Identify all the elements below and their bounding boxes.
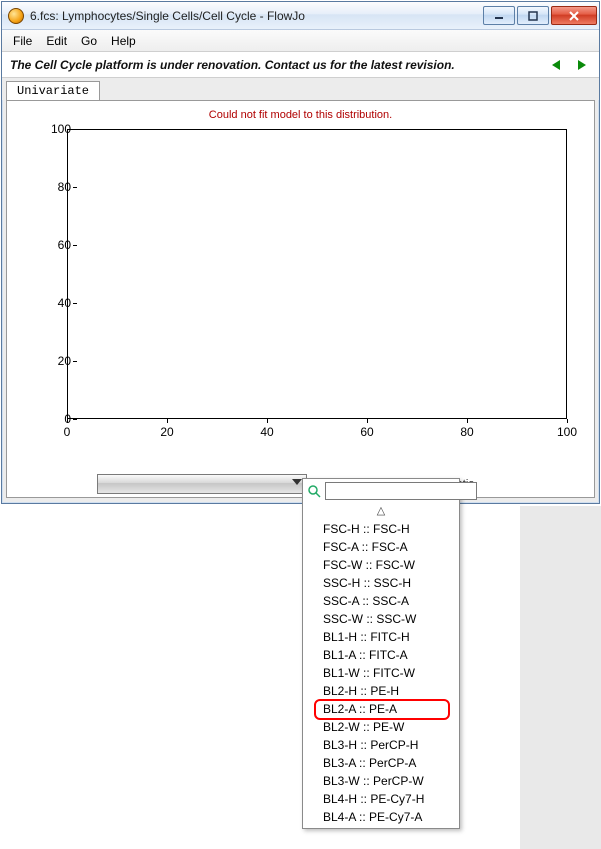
x-tick-label: 80 xyxy=(452,425,482,439)
menu-file[interactable]: File xyxy=(6,32,39,50)
parameter-option[interactable]: SSC-W :: SSC-W xyxy=(305,610,457,628)
popup-sort-toggle[interactable]: △ xyxy=(303,503,459,520)
parameter-popup: △ FSC-H :: FSC-HFSC-A :: FSC-AFSC-W :: F… xyxy=(302,478,460,829)
y-tick-label: 100 xyxy=(43,122,71,136)
fit-error-text: Could not fit model to this distribution… xyxy=(7,109,594,121)
y-tick-label: 40 xyxy=(43,296,71,310)
plot-box xyxy=(67,129,567,419)
x-tick-label: 60 xyxy=(352,425,382,439)
x-tick-label: 0 xyxy=(52,425,82,439)
menu-bar: File Edit Go Help xyxy=(2,30,599,52)
chevron-down-icon xyxy=(292,479,302,485)
parameter-option[interactable]: BL1-W :: FITC-W xyxy=(305,664,457,682)
parameter-option[interactable]: BL3-H :: PerCP-H xyxy=(305,736,457,754)
minimize-button[interactable] xyxy=(483,6,515,25)
parameter-option[interactable]: FSC-A :: FSC-A xyxy=(305,538,457,556)
app-icon xyxy=(8,8,24,24)
parameter-option[interactable]: SSC-H :: SSC-H xyxy=(305,574,457,592)
parameter-dropdown[interactable] xyxy=(97,474,307,494)
app-window: 6.fcs: Lymphocytes/Single Cells/Cell Cyc… xyxy=(1,1,600,504)
prev-button[interactable] xyxy=(547,56,565,74)
parameter-option[interactable]: BL4-A :: PE-Cy7-A xyxy=(305,808,457,826)
parameter-option[interactable]: BL2-H :: PE-H xyxy=(305,682,457,700)
menu-help[interactable]: Help xyxy=(104,32,143,50)
x-tick-label: 100 xyxy=(552,425,582,439)
plot-panel: Could not fit model to this distribution… xyxy=(6,100,595,498)
close-button[interactable] xyxy=(551,6,597,25)
parameter-option[interactable]: BL1-A :: FITC-A xyxy=(305,646,457,664)
x-tick-label: 40 xyxy=(252,425,282,439)
parameter-option[interactable]: BL3-W :: PerCP-W xyxy=(305,772,457,790)
chart-area: 020406080100020406080100 xyxy=(37,129,577,459)
maximize-button[interactable] xyxy=(517,6,549,25)
background-strip xyxy=(520,506,601,849)
parameter-option[interactable]: FSC-W :: FSC-W xyxy=(305,556,457,574)
y-tick-label: 20 xyxy=(43,354,71,368)
x-tick-label: 20 xyxy=(152,425,182,439)
parameter-option[interactable]: BL2-W :: PE-W xyxy=(305,718,457,736)
parameter-list: FSC-H :: FSC-HFSC-A :: FSC-AFSC-W :: FSC… xyxy=(303,520,459,826)
bottom-controls: ain Ratio xyxy=(7,473,594,495)
parameter-option[interactable]: BL3-A :: PerCP-A xyxy=(305,754,457,772)
parameter-option[interactable]: FSC-H :: FSC-H xyxy=(305,520,457,538)
y-tick-label: 60 xyxy=(43,238,71,252)
window-title: 6.fcs: Lymphocytes/Single Cells/Cell Cyc… xyxy=(30,9,483,23)
y-tick-label: 80 xyxy=(43,180,71,194)
tab-univariate[interactable]: Univariate xyxy=(6,81,100,101)
parameter-option[interactable]: BL4-H :: PE-Cy7-H xyxy=(305,790,457,808)
parameter-option[interactable]: BL1-H :: FITC-H xyxy=(305,628,457,646)
titlebar: 6.fcs: Lymphocytes/Single Cells/Cell Cyc… xyxy=(2,2,599,30)
popup-search-input[interactable] xyxy=(325,482,477,500)
tab-strip: Univariate xyxy=(2,78,599,100)
message-text: The Cell Cycle platform is under renovat… xyxy=(10,58,455,72)
popup-search-row xyxy=(303,479,459,503)
menu-edit[interactable]: Edit xyxy=(39,32,74,50)
search-icon xyxy=(307,484,321,498)
parameter-option[interactable]: SSC-A :: SSC-A xyxy=(305,592,457,610)
parameter-option[interactable]: BL2-A :: PE-A xyxy=(305,700,457,718)
message-bar: The Cell Cycle platform is under renovat… xyxy=(2,52,599,78)
next-button[interactable] xyxy=(573,56,591,74)
menu-go[interactable]: Go xyxy=(74,32,104,50)
